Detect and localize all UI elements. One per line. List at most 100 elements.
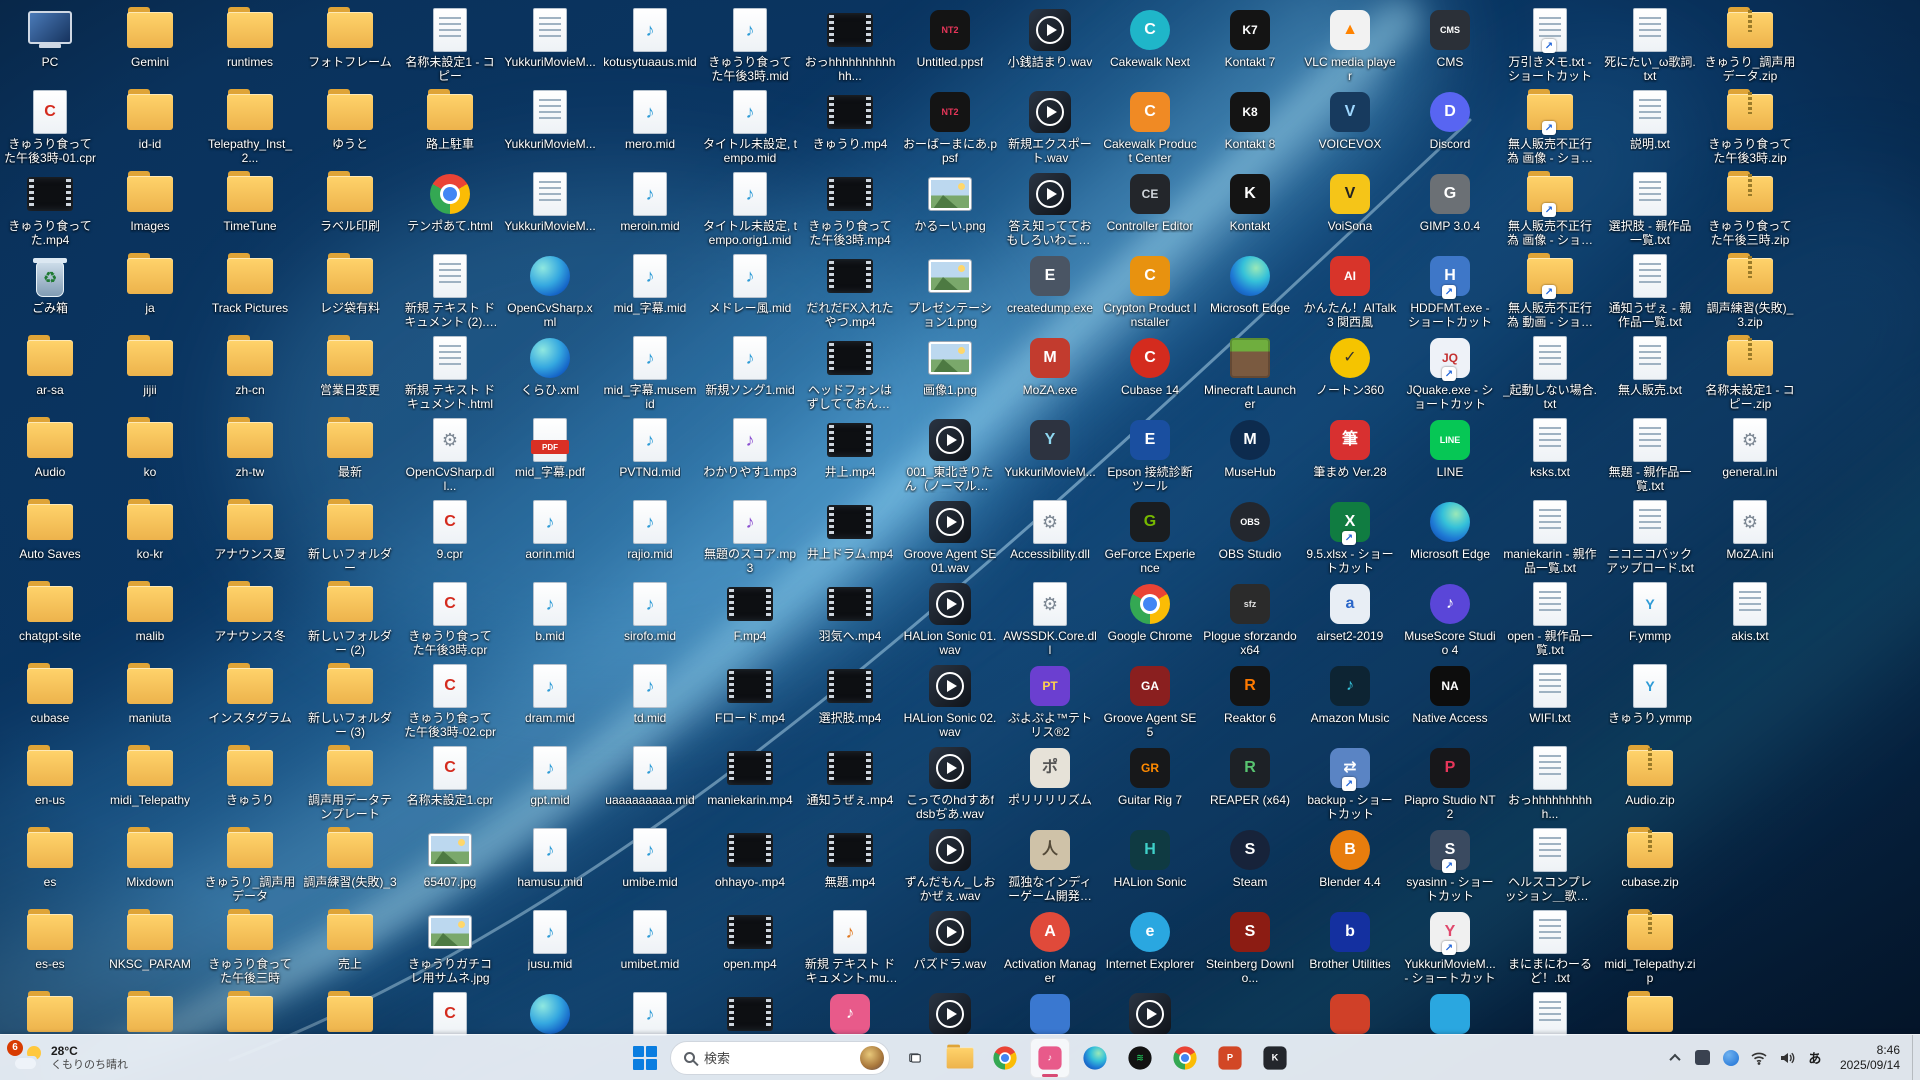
desktop-icon[interactable]: C 9.cpr <box>402 498 498 578</box>
desktop-icon[interactable]: B Blender 4.4 <box>1302 826 1398 906</box>
desktop-icon[interactable]: ごみ箱 <box>2 252 98 332</box>
desktop-icon[interactable]: 無題 - 親作品一覧.txt <box>1602 416 1698 496</box>
desktop-icon[interactable]: S Steinberg Downlo... <box>1202 908 1298 988</box>
desktop-icon[interactable]: ♪ dram.mid <box>502 662 598 742</box>
search-box[interactable]: 検索 <box>670 1040 890 1075</box>
desktop-icon[interactable]: S Steam <box>1202 826 1298 906</box>
desktop-icon[interactable]: runtimes <box>202 6 298 86</box>
desktop-icon[interactable]: OpenCvSharp.xml <box>502 252 598 332</box>
spotify-taskbar-button[interactable]: ≋ <box>1120 1038 1160 1078</box>
desktop-icon[interactable]: 無題.mp4 <box>802 826 898 906</box>
desktop-icon[interactable]: ♪ タイトル未設定, tempo.mid <box>702 88 798 168</box>
desktop-icon[interactable]: X ↗ 9.5.xlsx - ショートカット <box>1302 498 1398 578</box>
desktop-icon[interactable]: ♪ rajio.mid <box>602 498 698 578</box>
desktop-icon[interactable]: ja <box>102 252 198 332</box>
desktop-icon[interactable]: zh-tw <box>202 416 298 496</box>
desktop-icon[interactable]: まにまにわーるど！.txt <box>1502 908 1598 988</box>
desktop-icon[interactable]: きゅうり食ってた午後三時 <box>202 908 298 988</box>
desktop-icon[interactable]: NT2 Untitled.ppsf <box>902 6 998 86</box>
desktop-icon[interactable]: きゅうり食ってた.mp4 <box>2 170 98 250</box>
desktop-icon[interactable]: R REAPER (x64) <box>1202 744 1298 824</box>
desktop-icon[interactable]: 小銭詰まり.wav <box>1002 6 1098 86</box>
desktop-icon[interactable]: ♪ aorin.mid <box>502 498 598 578</box>
desktop-icon[interactable]: ⚙ AWSSDK.Core.dll <box>1002 580 1098 660</box>
desktop-icon[interactable]: ヘルスコンプレッション＿歌詞.txt <box>1502 826 1598 906</box>
desktop-icon[interactable]: ♪ hamusu.mid <box>502 826 598 906</box>
desktop-icon[interactable]: midi_Telepathy.zip <box>1602 908 1698 988</box>
desktop-icon[interactable]: Track Pictures <box>202 252 298 332</box>
desktop-icon[interactable]: Y きゅうり.ymmp <box>1602 662 1698 742</box>
desktop-icon[interactable]: きゅうり_調声用データ <box>202 826 298 906</box>
desktop-icon[interactable]: YukkuriMovieM... <box>502 6 598 86</box>
desktop-icon[interactable]: en-us <box>2 744 98 824</box>
desktop[interactable]: PCCきゅうり食ってた午後3時-01.cprきゅうり食ってた.mp4ごみ箱ar-… <box>0 0 1920 1080</box>
desktop-icon[interactable]: ♪ mid_字幕.mid <box>602 252 698 332</box>
desktop-icon[interactable]: ♪ umibe.mid <box>602 826 698 906</box>
desktop-icon[interactable]: R Reaktor 6 <box>1202 662 1298 742</box>
desktop-icon[interactable]: C Crypton Product Installer <box>1102 252 1198 332</box>
start-button[interactable] <box>625 1038 665 1078</box>
desktop-icon[interactable]: K Kontakt <box>1202 170 1298 250</box>
desktop-icon[interactable]: 最新 <box>302 416 398 496</box>
desktop-icon[interactable]: NT2 おーばーまにあ.ppsf <box>902 88 998 168</box>
desktop-icon[interactable]: ゆうと <box>302 88 398 168</box>
desktop-icon[interactable]: きゅうり食ってた午後3時.zip <box>1702 88 1798 168</box>
desktop-icon[interactable]: 001_東北きりたん（ノーマル）_今じゃ... <box>902 416 998 496</box>
desktop-icon[interactable]: id-id <box>102 88 198 168</box>
desktop-icon[interactable]: Y F.ymmp <box>1602 580 1698 660</box>
desktop-icon[interactable]: 説明.txt <box>1602 88 1698 168</box>
desktop-icon[interactable]: C 名称未設定1.cpr <box>402 744 498 824</box>
desktop-icon[interactable]: レジ袋有料 <box>302 252 398 332</box>
desktop-icon[interactable]: maniuta <box>102 662 198 742</box>
desktop-icon[interactable]: midi_Telepathy <box>102 744 198 824</box>
desktop-icon[interactable]: A Activation Manager <box>1002 908 1098 988</box>
desktop-icon[interactable]: _起動しない場合.txt <box>1502 334 1598 414</box>
desktop-icon[interactable]: ksks.txt <box>1502 416 1598 496</box>
desktop-icon[interactable]: V VOICEVOX <box>1302 88 1398 168</box>
desktop-icon[interactable]: ↗ 無人販売不正行為 画像 - ショートカッ... <box>1502 88 1598 168</box>
desktop-icon[interactable]: Gemini <box>102 6 198 86</box>
show-desktop-button[interactable] <box>1912 1035 1916 1080</box>
desktop-icon[interactable]: GR Guitar Rig 7 <box>1102 744 1198 824</box>
desktop-icon[interactable]: a airset2-2019 <box>1302 580 1398 660</box>
desktop-icon[interactable]: ohhayo-.mp4 <box>702 826 798 906</box>
desktop-icon[interactable]: 通知うぜぇ.mp4 <box>802 744 898 824</box>
desktop-icon[interactable]: きゅうり食ってた午後三時.zip <box>1702 170 1798 250</box>
desktop-icon[interactable]: C きゅうり食ってた午後3時-02.cpr <box>402 662 498 742</box>
desktop-icon[interactable]: HALion Sonic 01.wav <box>902 580 998 660</box>
desktop-icon[interactable]: CMS CMS <box>1402 6 1498 86</box>
desktop-icon[interactable]: ♪ MuseScore Studio 4 <box>1402 580 1498 660</box>
tray-app-button[interactable] <box>1690 1042 1716 1074</box>
desktop-icon[interactable]: ニコニコバックアップロード.txt <box>1602 498 1698 578</box>
hidden-icons-button[interactable] <box>1662 1042 1688 1074</box>
desktop-icon[interactable]: maniekarin - 親作品一覧.txt <box>1502 498 1598 578</box>
ime-indicator[interactable]: あ <box>1802 1042 1828 1074</box>
desktop-icon[interactable]: Images <box>102 170 198 250</box>
desktop-icon[interactable]: くらひ.xml <box>502 334 598 414</box>
volume-button[interactable] <box>1774 1042 1800 1074</box>
desktop-icon[interactable]: 65407.jpg <box>402 826 498 906</box>
desktop-icon[interactable]: 路上駐車 <box>402 88 498 168</box>
desktop-icon[interactable]: es-es <box>2 908 98 988</box>
desktop-icon[interactable]: Mixdown <box>102 826 198 906</box>
desktop-icon[interactable]: 井上.mp4 <box>802 416 898 496</box>
desktop-icon[interactable]: 死にたい_ω歌詞.txt <box>1602 6 1698 86</box>
powerpoint-taskbar-button[interactable]: P <box>1210 1038 1250 1078</box>
desktop-icon[interactable]: Microsoft Edge <box>1202 252 1298 332</box>
desktop-icon[interactable]: ⇄ ↗ backup - ショートカット <box>1302 744 1398 824</box>
desktop-icon[interactable]: ラベル印刷 <box>302 170 398 250</box>
desktop-icon[interactable]: 調声用データテンプレート <box>302 744 398 824</box>
widgets-button[interactable]: 6 28°C くもりのち晴れ <box>4 1038 138 1078</box>
desktop-icon[interactable]: ♪ kotusytuaaus.mid <box>602 6 698 86</box>
desktop-icon[interactable]: 新規エクスポート.wav <box>1002 88 1098 168</box>
desktop-icon[interactable]: K7 Kontakt 7 <box>1202 6 1298 86</box>
desktop-icon[interactable]: アナウンス夏 <box>202 498 298 578</box>
desktop-icon[interactable]: ⚙ Accessibility.dll <box>1002 498 1098 578</box>
desktop-icon[interactable]: 調声練習(失敗)_3.zip <box>1702 252 1798 332</box>
desktop-icon[interactable]: K8 Kontakt 8 <box>1202 88 1298 168</box>
desktop-icon[interactable]: M MoZA.exe <box>1002 334 1098 414</box>
desktop-icon[interactable]: cubase.zip <box>1602 826 1698 906</box>
desktop-icon[interactable]: ✓ ノートン360 <box>1302 334 1398 414</box>
desktop-icon[interactable]: JQ ↗ JQuake.exe - ショートカット <box>1402 334 1498 414</box>
desktop-icon[interactable]: ♪ わかりやす1.mp3 <box>702 416 798 496</box>
